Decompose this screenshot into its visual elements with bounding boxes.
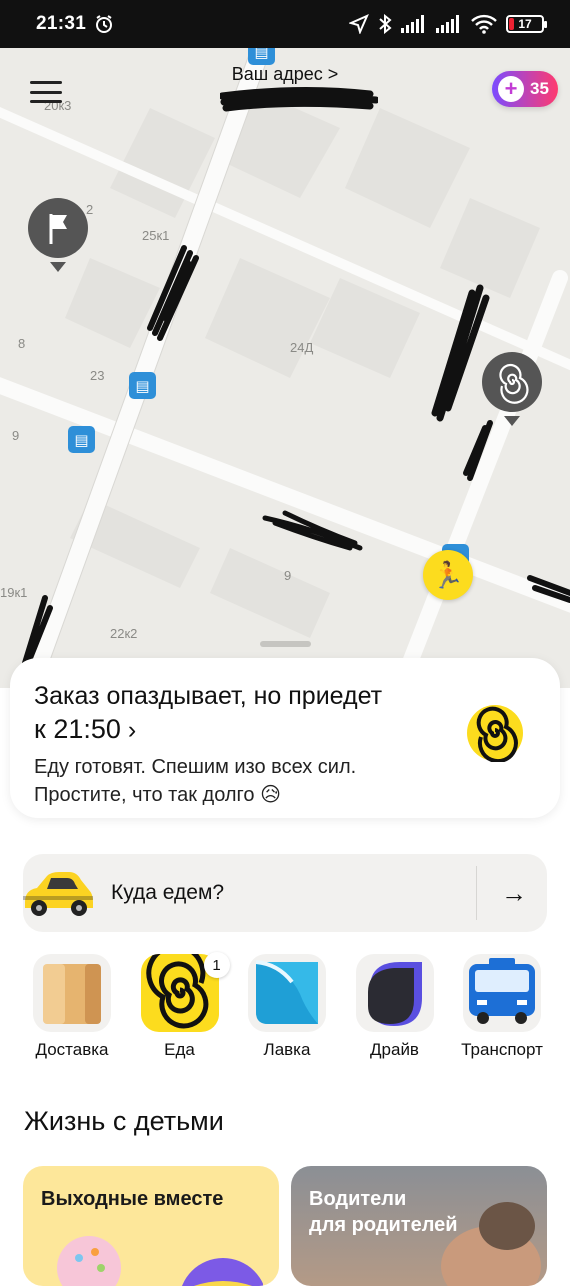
order-title: Заказ опаздывает, но приедет к 21:50 › <box>34 682 383 744</box>
notification-badge: 1 <box>203 952 230 978</box>
service-transport[interactable]: Транспорт <box>452 954 552 1060</box>
bottom-sheet: Куда едем? → Доставка 1 Еда Лавка Драйв … <box>0 832 570 1286</box>
house-label: 19к1 <box>0 585 28 600</box>
promo-card-weekends[interactable]: Выходные вместе <box>23 1166 279 1286</box>
section-title: Жизнь с детьми <box>24 1106 224 1136</box>
plus-points-badge[interactable]: + 35 <box>492 71 558 107</box>
service-delivery[interactable]: Доставка <box>22 954 122 1060</box>
house-label: 8 <box>18 336 26 351</box>
house-label: 9 <box>284 568 292 583</box>
where-to-search[interactable]: Куда едем? → <box>23 854 547 932</box>
courier-walking-icon[interactable]: 🏃 <box>423 550 473 600</box>
order-subtitle: Еду готовят. Спешим изо всех сил. Прости… <box>34 756 357 806</box>
restaurant-pin[interactable] <box>480 352 544 426</box>
taxi-car-icon <box>23 872 93 916</box>
house-label: 23 <box>90 368 105 383</box>
house-label: 22к2 <box>110 626 138 641</box>
battery-indicator: 17 <box>506 15 547 33</box>
clock: 21:31 <box>36 13 87 34</box>
address-redaction <box>220 86 378 112</box>
bus-stop-icon[interactable]: ▤ <box>68 426 95 453</box>
status-bar: 21:31 17 <box>0 0 570 48</box>
service-lavka[interactable]: Лавка <box>237 954 337 1060</box>
order-status-card[interactable]: Заказ опаздывает, но приедет к 21:50 › Е… <box>10 658 560 818</box>
box-icon <box>43 964 101 1024</box>
sheet-drag-handle[interactable] <box>260 641 311 647</box>
arrow-right-icon[interactable]: → <box>501 876 527 910</box>
drive-icon <box>367 962 422 1026</box>
where-to-label: Куда едем? <box>111 881 225 904</box>
plus-icon: + <box>498 76 524 102</box>
divider <box>476 866 477 920</box>
services-row: Доставка 1 Еда Лавка Драйв Транспорт <box>22 952 552 1060</box>
service-eda[interactable]: 1 Еда <box>130 952 230 1060</box>
map[interactable]: 20к3 25к1 8 23 24Д 9 9 19к1 22к2 2 ▤ ▤ ▤… <box>0 48 570 688</box>
signal-icon <box>401 15 424 33</box>
chevron-right-icon: › <box>127 716 137 744</box>
promo-illustration <box>57 1236 263 1286</box>
service-drive[interactable]: Драйв <box>345 954 445 1060</box>
order-eta: к 21:50 <box>34 714 121 744</box>
promo-card-drivers-for-parents[interactable]: Водители для родителей <box>291 1166 547 1286</box>
lavka-bag-icon <box>255 960 318 1024</box>
bluetooth-icon <box>379 14 392 34</box>
bus-stop-icon[interactable]: ▤ <box>129 372 156 399</box>
house-label: 24Д <box>290 340 314 355</box>
promo-title: Выходные вместе <box>41 1188 224 1210</box>
address-button[interactable]: Ваш адрес > <box>0 64 570 85</box>
location-icon <box>349 14 369 34</box>
wifi-icon <box>471 14 497 34</box>
bus-stop-icon[interactable]: ▤ <box>248 48 275 65</box>
signal-icon-2 <box>436 15 459 33</box>
eda-logo-icon <box>467 705 523 762</box>
alarm-icon <box>96 15 113 33</box>
promo-photo <box>441 1202 541 1286</box>
house-label: 9 <box>12 428 20 443</box>
house-label: 25к1 <box>142 228 170 243</box>
bus-icon <box>469 958 535 1024</box>
start-flag-pin[interactable] <box>25 198 91 274</box>
